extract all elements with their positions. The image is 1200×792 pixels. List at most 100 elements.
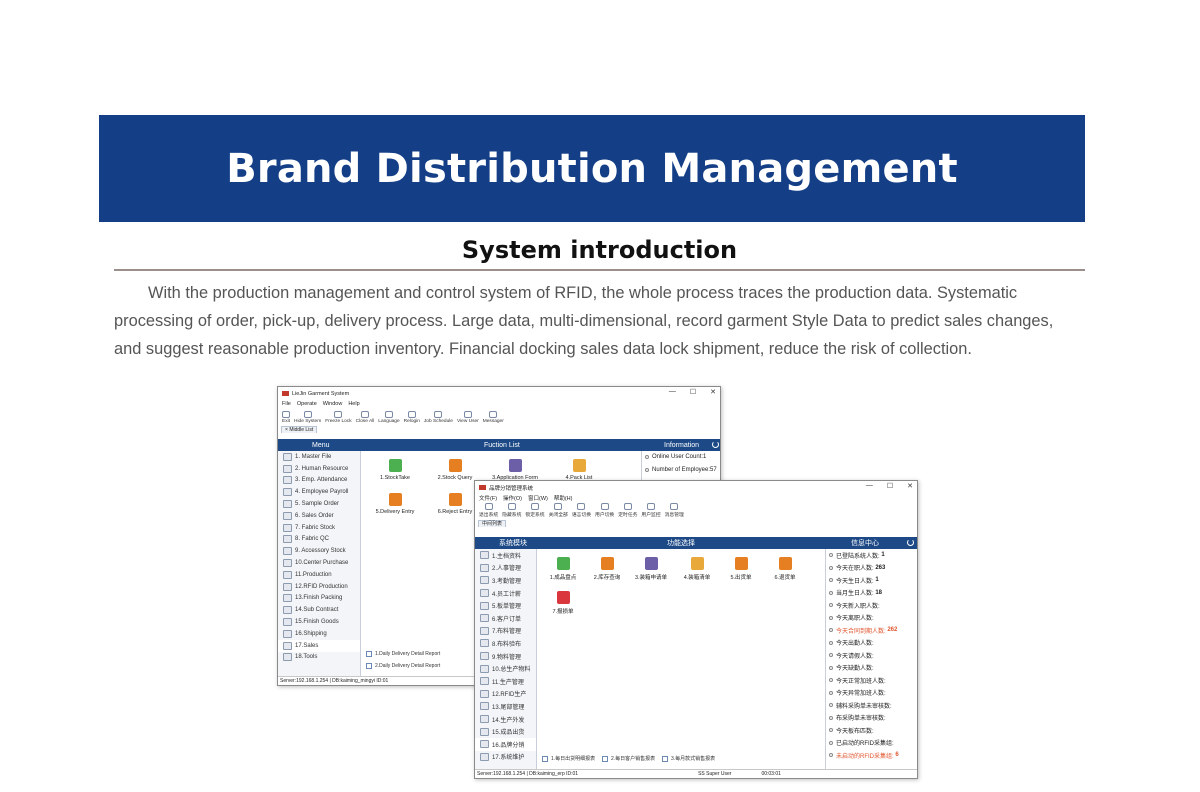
toolbar-language-button[interactable]: Language xyxy=(378,411,400,424)
refresh-icon[interactable] xyxy=(907,539,914,546)
menu-item[interactable]: 11.Production xyxy=(278,569,360,581)
toolbar-schedule-button[interactable]: 定时任务 xyxy=(618,503,637,518)
function-stock-query[interactable]: 2.库存查询 xyxy=(584,557,630,581)
toolbar-language-button[interactable]: 语言切换 xyxy=(572,503,591,518)
tab-middle-list[interactable]: × Middle List xyxy=(281,426,318,433)
bullet-icon xyxy=(645,455,649,460)
menu-operate[interactable]: 操作(O) xyxy=(503,494,522,502)
function-stocktake[interactable]: 1.StockTake xyxy=(372,459,418,481)
menu-item[interactable]: 1. Master File xyxy=(278,451,360,463)
menu-file[interactable]: File xyxy=(282,401,291,407)
menu-item[interactable]: 13.尾部管理 xyxy=(475,700,536,713)
menu-item[interactable]: 6.客户订单 xyxy=(475,612,536,625)
menu-item[interactable]: 4.员工计薪 xyxy=(475,587,536,600)
delivery-entry-icon xyxy=(388,493,402,506)
toolbar-close-all-button[interactable]: Close All xyxy=(356,411,374,424)
menu-item[interactable]: 15.成品出货 xyxy=(475,725,536,738)
function-stock-query[interactable]: 2.Stock Query xyxy=(432,459,478,481)
menu-item-selected[interactable]: 16.品牌分销 xyxy=(475,737,536,751)
menu-window[interactable]: 窗口(W) xyxy=(528,494,548,502)
menu-item[interactable]: 8. Fabric QC xyxy=(278,534,360,546)
toolbar-label: Language xyxy=(378,419,400,424)
toolbar-lock-button[interactable]: Freeze Lock xyxy=(325,411,352,424)
toolbar-messager-button[interactable]: Messager xyxy=(483,411,504,424)
tab-middle-list[interactable]: 中间列表 xyxy=(478,520,507,527)
close-icon[interactable]: ✕ xyxy=(907,482,913,490)
function-reject-entry[interactable]: 6.Reject Entry xyxy=(432,493,478,515)
menu-item[interactable]: 11.生产管理 xyxy=(475,675,536,688)
menu-item[interactable]: 7.布料管理 xyxy=(475,625,536,638)
report-link[interactable]: 3.每月款式销售报表 xyxy=(662,755,715,762)
menu-item-selected[interactable]: 17.Sales xyxy=(278,639,360,652)
menu-item-label: 9. Accessory Stock xyxy=(295,548,346,555)
function-delivery[interactable]: 5.出货单 xyxy=(718,557,764,581)
report-link[interactable]: 2.Daily Delivery Detail Report xyxy=(366,663,440,669)
menu-item[interactable]: 9.物料管理 xyxy=(475,650,536,663)
menu-item[interactable]: 14.生产外发 xyxy=(475,713,536,726)
menu-item[interactable]: 5.板单管理 xyxy=(475,599,536,612)
menu-item[interactable]: 10.总生产物料 xyxy=(475,662,536,675)
function-delivery-entry[interactable]: 5.Delivery Entry xyxy=(372,493,418,515)
toolbar-relogin-button[interactable]: 用户切换 xyxy=(595,503,614,518)
toolbar-exit-button[interactable]: Exit xyxy=(282,411,290,424)
menu-window[interactable]: Window xyxy=(323,401,343,407)
menu-item[interactable]: 4. Employee Payroll xyxy=(278,486,360,498)
toolbar-messager-button[interactable]: 消息管理 xyxy=(665,503,684,518)
function-application-form[interactable]: 3.Application Form xyxy=(492,459,538,481)
menu-item[interactable]: 8.布料验布 xyxy=(475,637,536,650)
maximize-icon[interactable]: ☐ xyxy=(690,388,696,396)
menu-item[interactable]: 15.Finish Goods xyxy=(278,616,360,628)
function-pack-list[interactable]: 4.Pack List xyxy=(556,459,602,481)
toolbar-view-user-button[interactable]: 用户监控 xyxy=(641,503,661,518)
toolbar-relogin-button[interactable]: Relogin xyxy=(404,411,420,424)
function-stocktake[interactable]: 1.成品盘点 xyxy=(540,557,586,581)
minimize-icon[interactable]: — xyxy=(669,388,676,396)
function-return[interactable]: 6.退货单 xyxy=(762,557,808,581)
toolbar-hide-button[interactable]: 隐藏系统 xyxy=(502,503,521,518)
toolbar-schedule-button[interactable]: Job Schedule xyxy=(424,411,453,424)
bullet-icon xyxy=(829,590,833,595)
close-icon[interactable]: ✕ xyxy=(710,388,716,396)
info-label: 已启动的RFID采集组: xyxy=(836,741,894,748)
menu-item[interactable]: 14.Sub Contract xyxy=(278,604,360,616)
menu-item[interactable]: 16.Shipping xyxy=(278,628,360,640)
function-pack-list[interactable]: 4.装箱清单 xyxy=(674,557,720,581)
report-link[interactable]: 1.Daily Delivery Detail Report xyxy=(366,651,440,657)
minimize-icon[interactable]: — xyxy=(866,482,873,490)
menu-item[interactable]: 5. Sample Order xyxy=(278,498,360,510)
menu-item[interactable]: 12.RFID生产 xyxy=(475,688,536,701)
report-link[interactable]: 2.每日客户销售报表 xyxy=(602,755,655,762)
bullet-icon xyxy=(829,740,833,745)
toolbar-hide-button[interactable]: Hide System xyxy=(294,411,321,424)
menu-operate[interactable]: Operate xyxy=(297,401,317,407)
menu-item[interactable]: 2. Human Resource xyxy=(278,463,360,475)
menu-item[interactable]: 17.系统维护 xyxy=(475,751,536,764)
maximize-icon[interactable]: ☐ xyxy=(887,482,893,490)
menu-item[interactable]: 3. Emp. Attendance xyxy=(278,475,360,487)
refresh-icon[interactable] xyxy=(712,441,719,448)
menu-item[interactable]: 2.人事管理 xyxy=(475,562,536,575)
menu-help[interactable]: Help xyxy=(348,401,359,407)
report-link[interactable]: 1.每日出货明细报表 xyxy=(542,755,595,762)
toolbar-exit-button[interactable]: 退出系统 xyxy=(479,503,498,518)
menu-item[interactable]: 10.Center Purchase xyxy=(278,557,360,569)
menu-item[interactable]: 9. Accessory Stock xyxy=(278,545,360,557)
function-application-form[interactable]: 3.装箱申请单 xyxy=(628,557,674,581)
function-damage-report[interactable]: 7.报损单 xyxy=(540,591,586,615)
menu-item[interactable]: 1.主档资料 xyxy=(475,549,536,562)
menu-item[interactable]: 18.Tools xyxy=(278,652,360,664)
menu-item[interactable]: 3.考勤管理 xyxy=(475,574,536,587)
menu-item[interactable]: 13.Finish Packing xyxy=(278,593,360,605)
bullet-icon xyxy=(829,653,833,658)
menu-item[interactable]: 12.RFID Production xyxy=(278,581,360,593)
toolbar-lock-button[interactable]: 锁定系统 xyxy=(525,503,545,518)
toolbar-close-all-button[interactable]: 关闭全部 xyxy=(549,503,568,518)
user-icon xyxy=(647,503,656,510)
menu-item[interactable]: 6. Sales Order xyxy=(278,510,360,522)
menu-help[interactable]: 帮助(H) xyxy=(554,494,573,502)
menu-file[interactable]: 文件(F) xyxy=(479,494,497,502)
toolbar-label: 关闭全部 xyxy=(548,513,568,518)
report-label: 2.Daily Delivery Detail Report xyxy=(375,663,441,669)
toolbar-view-user-button[interactable]: View User xyxy=(457,411,479,424)
menu-item[interactable]: 7. Fabric Stock xyxy=(278,522,360,534)
